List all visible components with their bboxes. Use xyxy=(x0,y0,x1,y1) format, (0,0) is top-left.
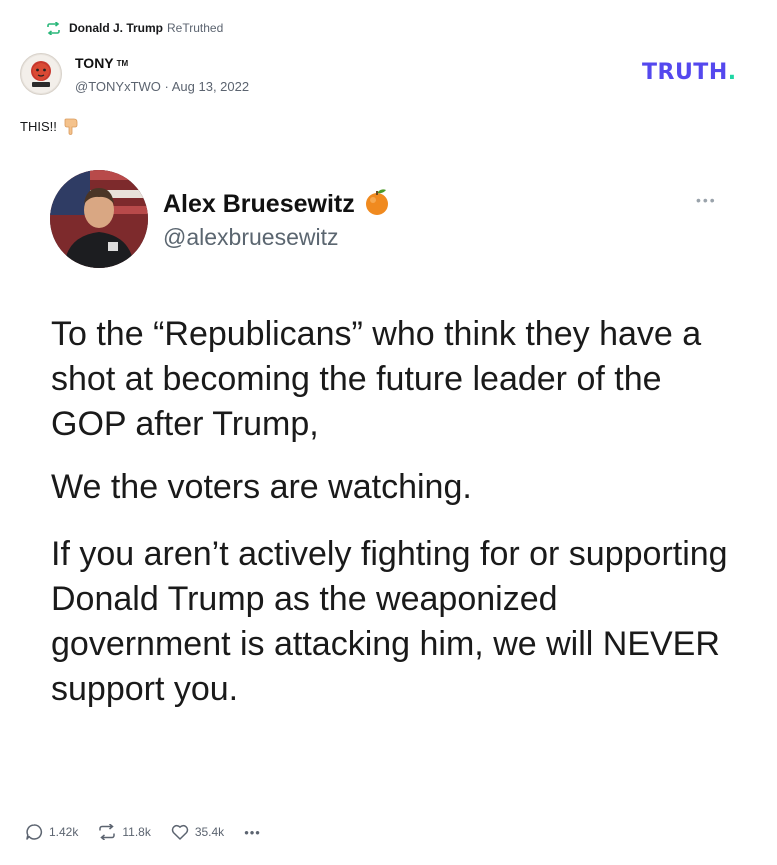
reply-icon xyxy=(25,823,43,841)
retruth-indicator: Donald J. Trump ReTruthed xyxy=(46,18,223,38)
tweet-author-handle: @alexbruesewitz xyxy=(163,224,339,250)
embedded-tweet-image[interactable]: Alex Bruesewitz @alexbruesewitz ••• To t… xyxy=(20,168,757,788)
tweet-paragraph: If you aren’t actively fighting for or s… xyxy=(51,535,728,708)
tweet-author-avatar xyxy=(50,170,148,268)
post-action-bar: 1.42k 11.8k 35.4k ••• xyxy=(25,823,261,841)
retruth-label: ReTruthed xyxy=(167,21,224,35)
post-text: THIS!! xyxy=(20,117,79,135)
tweet-more-icon: ••• xyxy=(696,192,717,208)
retruth-icon xyxy=(46,21,61,35)
author-handle[interactable]: @TONYxTWO xyxy=(75,79,161,94)
reply-count: 1.42k xyxy=(49,825,79,839)
tweet-author-name: Alex Bruesewitz xyxy=(163,186,391,223)
author-display-name[interactable]: TONY TM xyxy=(75,55,128,71)
post-date[interactable]: Aug 13, 2022 xyxy=(172,79,249,94)
retruth-count: 11.8k xyxy=(122,825,151,839)
author-meta: @TONYxTWO · Aug 13, 2022 xyxy=(75,79,250,94)
author-avatar[interactable] xyxy=(20,53,62,95)
tweet-paragraph: To the “Republicans” who think they have… xyxy=(51,315,702,443)
reply-button[interactable]: 1.42k xyxy=(25,823,78,841)
like-count: 35.4k xyxy=(194,825,225,839)
pointing-down-hand-icon xyxy=(63,117,79,135)
tweet-body: To the “Republicans” who think they have… xyxy=(51,312,741,712)
retruth-user-name[interactable]: Donald J. Trump xyxy=(69,21,163,35)
more-options-icon[interactable]: ••• xyxy=(244,825,261,840)
orange-icon xyxy=(363,186,391,223)
tweet-paragraph: We the voters are watching. xyxy=(51,468,472,506)
truth-social-logo: TRUTH. xyxy=(642,60,737,85)
post-text-content: THIS!! xyxy=(20,118,57,134)
retruth-button[interactable]: 11.8k xyxy=(98,824,151,840)
retruth-icon xyxy=(98,824,116,840)
like-button[interactable]: 35.4k xyxy=(171,824,224,840)
heart-icon xyxy=(171,824,189,840)
